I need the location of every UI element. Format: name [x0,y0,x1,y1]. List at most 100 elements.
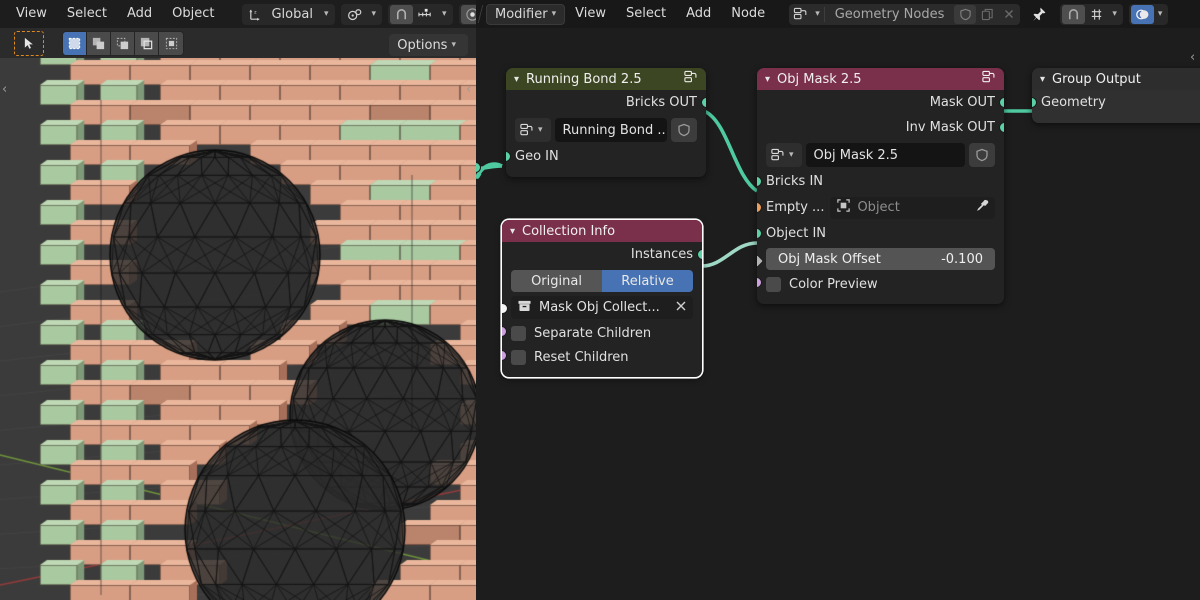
node-overlay-control[interactable]: ▾ [1128,3,1169,25]
socket-instances[interactable] [697,249,702,260]
socket-collection[interactable] [502,303,508,314]
transform-space-original[interactable]: Original [511,270,602,292]
pin-icon[interactable] [1028,5,1050,24]
node-idblock-running-bond[interactable]: ▾ Running Bond ... [515,118,697,142]
node-menu-view[interactable]: View [565,3,616,25]
socket-empty-object[interactable] [757,202,762,213]
node-group-output[interactable]: ▾ Group Output Geometry [1032,68,1200,123]
viewport-menu-object[interactable]: Object [162,3,224,25]
viewport-menu-add[interactable]: Add [117,3,162,25]
color-preview-checkbox[interactable] [766,276,781,292]
node-input-geo-in[interactable]: Geo IN [506,144,706,169]
chevron-down-icon: ▾ [551,9,557,19]
socket-separate-children[interactable] [502,326,507,337]
node-group-name-field[interactable]: Obj Mask 2.5 [805,143,965,167]
node-input-geometry[interactable]: Geometry [1032,90,1200,115]
unlink-x-icon[interactable] [998,5,1020,24]
node-header-group-output[interactable]: ▾ Group Output [1032,68,1200,90]
chevron-down-icon[interactable]: ▾ [514,74,519,85]
node-snap-control[interactable]: ▾ [1060,3,1123,25]
node-output-instances[interactable]: Instances [502,242,702,267]
node-group-picker[interactable]: ▾ [515,118,551,142]
node-idblock-obj-mask[interactable]: ▾ Obj Mask 2.5 [766,143,995,167]
node-menu-add[interactable]: Add [676,3,721,25]
socket-obj-mask-offset[interactable] [757,253,765,269]
node-collection-info[interactable]: ▾ Collection Info Instances Original Rel… [502,220,702,377]
select-subtract-icon[interactable] [111,31,135,55]
region-collapse-arrow-icon[interactable]: ‹ [1190,50,1195,65]
3d-viewport: View Select Add Object z Global ▾ ▾ ▾ Op… [0,0,476,600]
chevron-down-icon: ▾ [1112,9,1117,19]
pivot-point-control[interactable]: ▾ [340,3,383,25]
socket-reset-children[interactable] [502,350,507,361]
node-input-reset-children[interactable]: Reset Children [502,345,702,369]
separate-children-checkbox[interactable] [511,325,526,341]
reset-children-checkbox[interactable] [511,349,526,365]
eyedropper-icon[interactable] [975,199,989,217]
object-field[interactable]: Object [830,196,995,219]
socket-bricks-out[interactable] [701,97,706,108]
new-copy-icon[interactable] [976,5,998,24]
socket-inv-mask-out[interactable] [999,122,1004,133]
node-value-obj-mask-offset[interactable]: Obj Mask Offset -0.100 [766,248,995,270]
chevron-down-icon: ▾ [1157,9,1163,19]
transform-space-relative[interactable]: Relative [602,270,693,292]
chevron-down-icon[interactable]: ▾ [1040,74,1045,85]
node-input-bricks-in[interactable]: Bricks IN [757,169,1004,194]
select-intersect-icon[interactable] [159,31,183,55]
node-input-separate-children[interactable]: Separate Children [502,321,702,345]
node-running-bond[interactable]: ▾ Running Bond 2.5 Bricks OUT ▾ Running … [506,68,706,177]
chevron-down-icon[interactable]: ▾ [765,74,770,85]
node-header-running-bond[interactable]: ▾ Running Bond 2.5 [506,68,706,90]
node-output-inv-mask-out[interactable]: Inv Mask OUT [757,115,1004,140]
socket-mask-out[interactable] [999,97,1004,108]
socket-geo-in[interactable] [506,151,511,162]
select-mode-group[interactable] [62,30,184,56]
node-canvas[interactable]: ▾ Running Bond 2.5 Bricks OUT ▾ Running … [476,28,1200,600]
viewport-options-button[interactable]: Options ▾ [389,34,468,56]
fake-user-shield-icon[interactable] [671,118,697,142]
node-menu-select[interactable]: Select [616,3,676,25]
region-collapse-arrow-icon[interactable]: ‹ [466,82,471,97]
node-input-empty-object[interactable]: Empty ... Object [757,194,1004,221]
node-header-collection-info[interactable]: ▾ Collection Info [502,220,702,242]
transform-space-toggle[interactable]: Original Relative [511,270,693,292]
node-output-bricks-out[interactable]: Bricks OUT [506,90,706,115]
fake-user-shield-icon[interactable] [954,4,977,24]
tweak-select-tool-icon[interactable] [14,30,44,56]
node-input-object-in[interactable]: Object IN [757,221,1004,246]
proportional-edit-control[interactable] [458,3,476,25]
viewport-menu-view[interactable]: View [6,3,57,25]
node-output-mask-out[interactable]: Mask OUT [757,90,1004,115]
socket-geometry[interactable] [1032,97,1037,108]
node-menu-node[interactable]: Node [721,3,775,25]
socket-object-in[interactable] [757,228,762,239]
node-context-selector[interactable]: Modifier ▾ [486,3,566,25]
link-bricks-out-to-bricks-in [703,109,759,193]
select-extend-icon[interactable] [87,31,111,55]
proportional-edit-icon[interactable] [460,4,476,24]
socket-bricks-in[interactable] [757,176,762,187]
select-invert-icon[interactable] [135,31,159,55]
node-body-collection-info: Instances Original Relative Mask Obj Col… [502,242,702,377]
magnet-icon[interactable] [1062,4,1086,24]
magnet-icon[interactable] [390,4,414,24]
viewport-menu-select[interactable]: Select [57,3,117,25]
chevron-down-icon[interactable]: ▾ [510,226,515,237]
node-overlay-icon[interactable] [1130,4,1154,24]
transform-orientation-control[interactable]: z Global ▾ [242,3,335,25]
node-group-name-field[interactable]: Running Bond ... [554,118,667,142]
select-set-icon[interactable] [63,31,87,55]
node-header-obj-mask[interactable]: ▾ Obj Mask 2.5 [757,68,1004,90]
collection-field[interactable]: Mask Obj Collect... [511,296,693,319]
region-expand-arrow-icon[interactable]: ‹ [2,82,7,97]
node-datablock-selector[interactable]: ▾ Geometry Nodes [789,3,1021,25]
socket-color-preview[interactable] [757,277,762,288]
snap-control[interactable]: ▾ [388,3,453,25]
viewport-render[interactable] [0,0,476,600]
node-obj-mask[interactable]: ▾ Obj Mask 2.5 Mask OUT Inv Mask OUT ▾ O… [757,68,1004,304]
x-clear-icon[interactable] [675,300,687,316]
fake-user-shield-icon[interactable] [969,143,995,167]
node-input-color-preview[interactable]: Color Preview [757,272,1004,296]
node-group-picker[interactable]: ▾ [766,143,802,167]
